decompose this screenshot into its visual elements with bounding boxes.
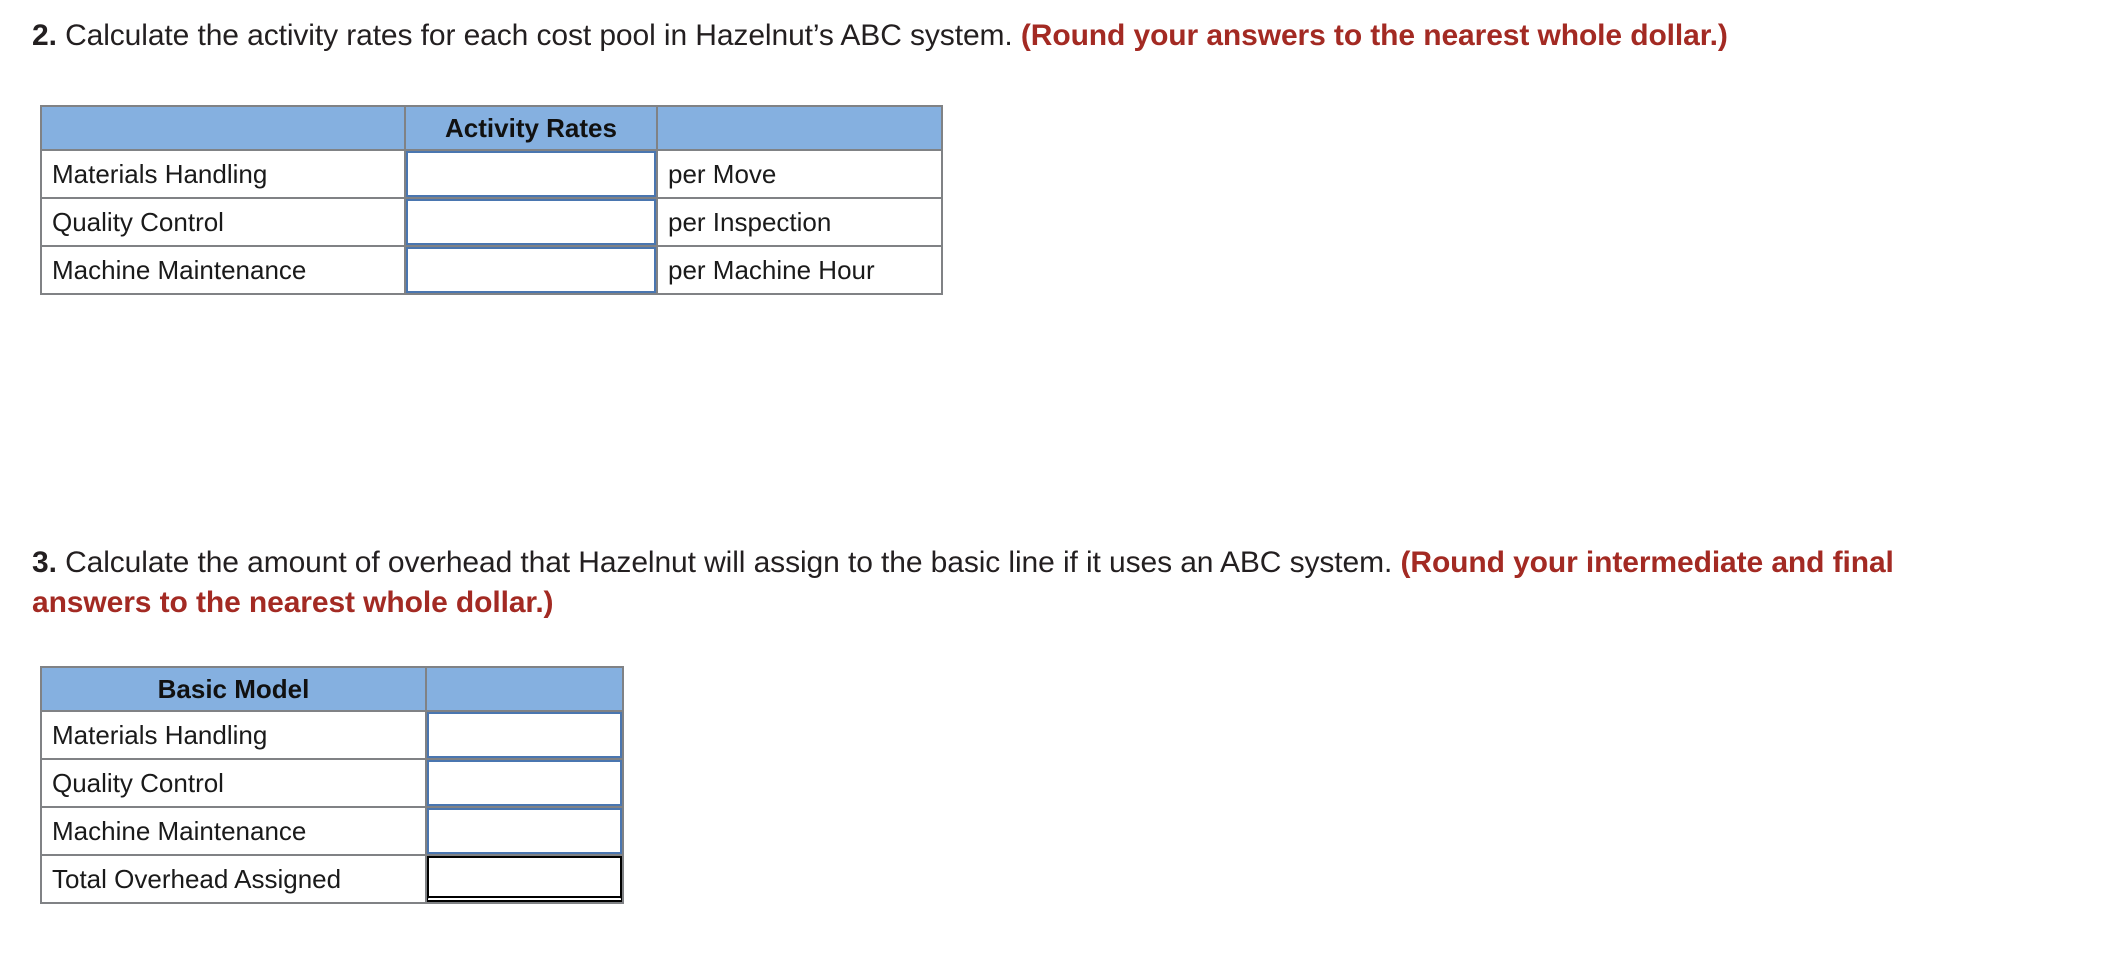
basic-model-row-label-quality-control: Quality Control — [40, 758, 427, 808]
basic-model-entry-cell-quality-control[interactable] — [425, 758, 624, 808]
table-row: Machine Maintenance — [40, 806, 624, 856]
basic-model-entry-cell-materials-handling[interactable] — [425, 710, 624, 760]
table-header-row: Basic Model — [40, 666, 624, 712]
worksheet-page: 2. Calculate the activity rates for each… — [0, 0, 2104, 978]
basic-model-input-total-overhead-assigned[interactable] — [427, 856, 622, 902]
basic-model-row-label-machine-maintenance: Machine Maintenance — [40, 806, 427, 856]
activity-rates-entry-cell-quality-control[interactable] — [404, 197, 658, 247]
activity-rate-input-machine-maintenance[interactable] — [406, 247, 656, 293]
basic-model-header-title: Basic Model — [40, 666, 427, 712]
table-row: Materials Handling per Move — [40, 149, 943, 199]
table-row: Quality Control per Inspection — [40, 197, 943, 247]
basic-model-input-machine-maintenance[interactable] — [427, 808, 622, 854]
activity-rates-table: Activity Rates Materials Handling per Mo… — [40, 105, 943, 295]
activity-rates-unit-machine-maintenance: per Machine Hour — [656, 245, 943, 295]
basic-model-entry-cell-total-overhead-assigned[interactable] — [425, 854, 624, 904]
basic-model-input-materials-handling[interactable] — [427, 712, 622, 758]
basic-model-entry-cell-machine-maintenance[interactable] — [425, 806, 624, 856]
question-2-rounding-note: (Round your answers to the nearest whole… — [1020, 19, 1728, 52]
basic-model-row-label-materials-handling: Materials Handling — [40, 710, 427, 760]
basic-model-input-quality-control[interactable] — [427, 760, 622, 806]
table-row: Materials Handling — [40, 710, 624, 760]
activity-rates-header-blank-left — [40, 105, 406, 151]
activity-rates-entry-cell-materials-handling[interactable] — [404, 149, 658, 199]
basic-model-row-label-total-overhead-assigned: Total Overhead Assigned — [40, 854, 427, 904]
table-row: Machine Maintenance per Machine Hour — [40, 245, 943, 295]
question-3-text: 3. Calculate the amount of overhead that… — [32, 543, 1972, 623]
activity-rates-unit-materials-handling: per Move — [656, 149, 943, 199]
basic-model-table: Basic Model Materials Handling Quality C… — [40, 666, 624, 904]
table-row: Quality Control — [40, 758, 624, 808]
question-3-body: Calculate the amount of overhead that Ha… — [56, 546, 1401, 579]
question-2-number: 2. — [32, 19, 57, 52]
activity-rates-unit-quality-control: per Inspection — [656, 197, 943, 247]
question-2-text: 2. Calculate the activity rates for each… — [32, 16, 2072, 56]
activity-rates-row-label-quality-control: Quality Control — [40, 197, 406, 247]
activity-rates-row-label-machine-maintenance: Machine Maintenance — [40, 245, 406, 295]
activity-rate-input-quality-control[interactable] — [406, 199, 656, 245]
activity-rate-input-materials-handling[interactable] — [406, 151, 656, 197]
basic-model-header-blank — [425, 666, 624, 712]
activity-rates-header-blank-right — [656, 105, 943, 151]
question-3-number: 3. — [32, 546, 57, 579]
question-2-body: Calculate the activity rates for each co… — [56, 19, 1021, 52]
activity-rates-header-rates: Activity Rates — [404, 105, 658, 151]
table-header-row: Activity Rates — [40, 105, 943, 151]
activity-rates-row-label-materials-handling: Materials Handling — [40, 149, 406, 199]
table-row: Total Overhead Assigned — [40, 854, 624, 904]
activity-rates-entry-cell-machine-maintenance[interactable] — [404, 245, 658, 295]
